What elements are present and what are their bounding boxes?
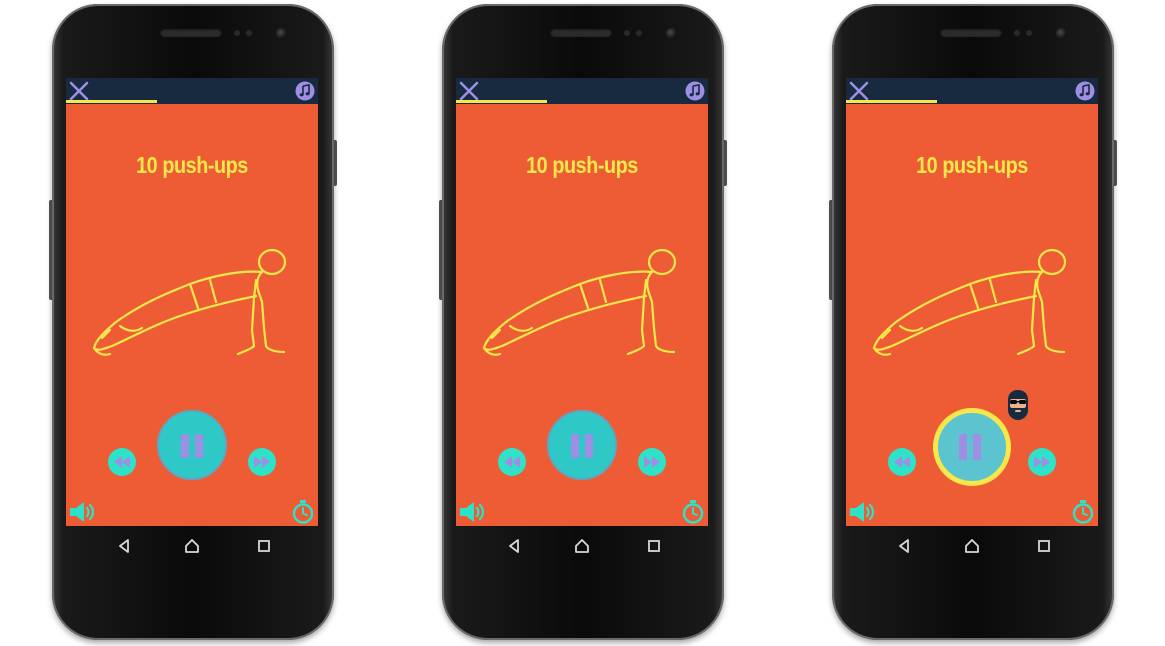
back-icon[interactable] xyxy=(896,538,912,554)
fast-forward-button[interactable] xyxy=(248,448,276,476)
pause-icon xyxy=(571,434,579,458)
music-note-icon[interactable] xyxy=(295,81,315,101)
workout-screen: 10 push-ups xyxy=(846,78,1098,526)
workout-progress-bar xyxy=(846,100,937,103)
android-nav-bar xyxy=(66,530,318,562)
fast-forward-icon xyxy=(254,456,270,468)
pause-button[interactable] xyxy=(547,410,617,480)
front-camera xyxy=(1056,28,1067,39)
light-sensor xyxy=(246,30,252,36)
recent-apps-icon[interactable] xyxy=(646,538,662,554)
android-nav-bar xyxy=(846,530,1098,562)
music-note-icon[interactable] xyxy=(1075,81,1095,101)
push-up-figure-illustration xyxy=(92,248,287,356)
pause-icon-bar xyxy=(585,434,593,458)
rewind-button[interactable] xyxy=(888,448,916,476)
earpiece-speaker xyxy=(160,28,222,37)
pause-icon-bar xyxy=(195,434,203,458)
volume-icon[interactable] xyxy=(68,500,98,524)
earpiece-speaker xyxy=(550,28,612,37)
proximity-sensor xyxy=(234,30,240,36)
rewind-icon xyxy=(504,456,520,468)
android-nav-bar xyxy=(456,530,708,562)
pause-icon-bar xyxy=(973,434,981,460)
pause-icon xyxy=(181,434,189,458)
home-icon[interactable] xyxy=(184,538,200,554)
close-icon[interactable] xyxy=(68,80,90,102)
fast-forward-icon xyxy=(1034,456,1050,468)
rewind-icon xyxy=(894,456,910,468)
pause-button[interactable] xyxy=(157,410,227,480)
stopwatch-icon[interactable] xyxy=(292,500,314,524)
proximity-sensor xyxy=(1014,30,1020,36)
light-sensor xyxy=(636,30,642,36)
back-icon[interactable] xyxy=(506,538,522,554)
exercise-title: 10 push-ups xyxy=(136,152,248,178)
fast-forward-button[interactable] xyxy=(638,448,666,476)
push-up-figure-illustration xyxy=(482,248,677,356)
proximity-sensor xyxy=(624,30,630,36)
close-icon[interactable] xyxy=(848,80,870,102)
light-sensor xyxy=(1026,30,1032,36)
home-icon[interactable] xyxy=(574,538,590,554)
workout-progress-bar xyxy=(456,100,547,103)
stopwatch-icon[interactable] xyxy=(682,500,704,524)
phone-mockup-1: 10 push-ups xyxy=(49,4,337,640)
rewind-button[interactable] xyxy=(498,448,526,476)
push-up-figure-illustration xyxy=(872,248,1067,356)
workout-screen: 10 push-ups xyxy=(66,78,318,526)
front-camera xyxy=(666,28,677,39)
workout-progress-bar xyxy=(66,100,157,103)
earpiece-speaker xyxy=(940,28,1002,37)
top-bar xyxy=(456,78,708,104)
phone-mockup-2: 10 push-ups xyxy=(439,4,727,640)
pause-button-highlighted[interactable] xyxy=(933,408,1011,486)
stopwatch-icon[interactable] xyxy=(1072,500,1094,524)
pause-icon xyxy=(959,434,967,460)
fast-forward-icon xyxy=(644,456,660,468)
volume-icon[interactable] xyxy=(848,500,878,524)
exercise-title: 10 push-ups xyxy=(526,152,638,178)
close-icon[interactable] xyxy=(458,80,480,102)
rewind-button[interactable] xyxy=(108,448,136,476)
exercise-title: 10 push-ups xyxy=(916,152,1028,178)
back-icon[interactable] xyxy=(116,538,132,554)
music-note-icon[interactable] xyxy=(685,81,705,101)
top-bar xyxy=(846,78,1098,104)
phone-mockup-3: 10 push-ups xyxy=(829,4,1117,640)
fast-forward-button[interactable] xyxy=(1028,448,1056,476)
recent-apps-icon[interactable] xyxy=(1036,538,1052,554)
home-icon[interactable] xyxy=(964,538,980,554)
top-bar xyxy=(66,78,318,104)
workout-screen: 10 push-ups xyxy=(456,78,708,526)
rewind-icon xyxy=(114,456,130,468)
recent-apps-icon[interactable] xyxy=(256,538,272,554)
volume-icon[interactable] xyxy=(458,500,488,524)
trainer-avatar-icon xyxy=(1008,390,1028,420)
front-camera xyxy=(276,28,287,39)
